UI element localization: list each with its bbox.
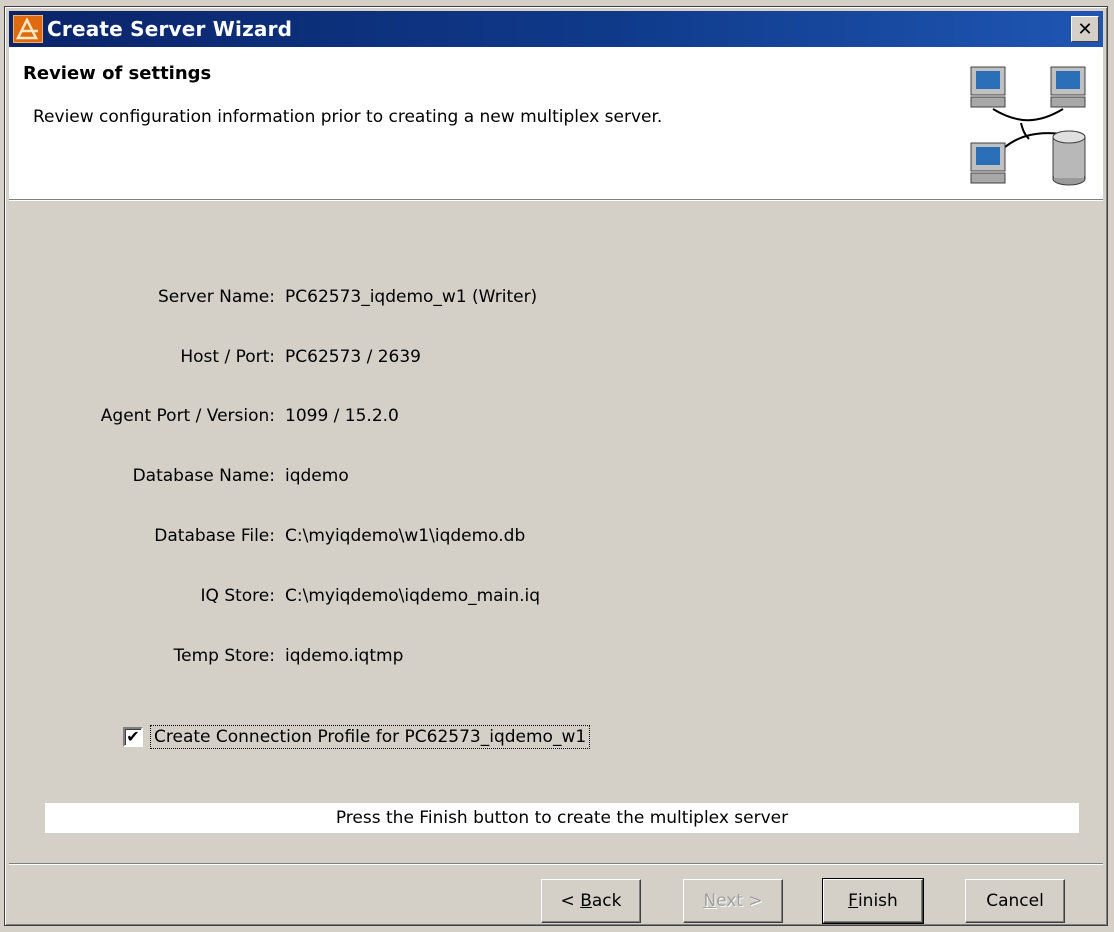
next-button-label: ext > xyxy=(716,891,763,911)
wizard-window: Create Server Wizard ✕ Review of setting… xyxy=(4,6,1108,926)
field-label: Host / Port: xyxy=(180,347,275,367)
window-title: Create Server Wizard xyxy=(47,17,293,41)
app-logo-icon xyxy=(13,15,43,43)
close-button[interactable]: ✕ xyxy=(1071,16,1099,42)
field-label: Database Name: xyxy=(132,466,275,486)
finish-button-mnemonic: F xyxy=(848,891,858,911)
field-value: 1099 / 15.2.0 xyxy=(285,406,399,426)
create-connection-profile-checkbox[interactable]: ✔ Create Connection Profile for PC62573_… xyxy=(123,725,591,749)
checkbox-label[interactable]: Create Connection Profile for PC62573_iq… xyxy=(149,725,591,749)
field-value: iqdemo xyxy=(285,466,349,486)
field-value: PC62573 / 2639 xyxy=(285,347,421,367)
field-value: iqdemo.iqtmp xyxy=(285,646,404,666)
cancel-button-label: Cancel xyxy=(986,891,1044,911)
finish-button-label: inish xyxy=(857,891,898,911)
field-label: Agent Port / Version: xyxy=(100,406,275,426)
field-temp-store: Temp Store: iqdemo.iqtmp xyxy=(9,646,909,676)
checkbox-box[interactable]: ✔ xyxy=(123,727,143,747)
next-button[interactable]: Next > xyxy=(683,879,783,923)
page-title: Review of settings xyxy=(23,63,212,84)
cancel-button[interactable]: Cancel xyxy=(965,879,1065,923)
field-value: C:\myiqdemo\w1\iqdemo.db xyxy=(285,526,526,546)
field-database-name: Database Name: iqdemo xyxy=(9,466,909,496)
field-server-name: Server Name: PC62573_iqdemo_w1 (Writer) xyxy=(9,287,909,317)
field-iq-store: IQ Store: C:\myiqdemo\iqdemo_main.iq xyxy=(9,586,909,616)
field-value: PC62573_iqdemo_w1 (Writer) xyxy=(285,287,538,307)
button-separator xyxy=(9,863,1103,865)
network-computers-database-icon xyxy=(970,66,1086,186)
finish-button[interactable]: Finish xyxy=(822,878,924,924)
field-label: Database File: xyxy=(154,526,275,546)
back-button-label: ack xyxy=(591,891,622,911)
back-button-mnemonic: B xyxy=(580,891,592,911)
next-button-mnemonic: N xyxy=(703,891,717,911)
checkmark-icon: ✔ xyxy=(126,727,140,746)
field-host-port: Host / Port: PC62573 / 2639 xyxy=(9,347,909,377)
back-button[interactable]: < Back xyxy=(541,879,641,923)
instruction-banner: Press the Finish button to create the mu… xyxy=(45,803,1079,833)
field-label: IQ Store: xyxy=(200,586,275,606)
wizard-header: Review of settings Review configuration … xyxy=(9,47,1103,200)
field-value: C:\myiqdemo\iqdemo_main.iq xyxy=(285,586,541,606)
page-description: Review configuration information prior t… xyxy=(33,107,663,127)
field-label: Server Name: xyxy=(157,287,275,307)
field-agent-port-version: Agent Port / Version: 1099 / 15.2.0 xyxy=(9,406,909,436)
back-button-prefix: < xyxy=(560,891,581,911)
field-label: Temp Store: xyxy=(173,646,275,666)
field-database-file: Database File: C:\myiqdemo\w1\iqdemo.db xyxy=(9,526,909,556)
close-icon: ✕ xyxy=(1077,18,1093,40)
title-bar[interactable]: Create Server Wizard ✕ xyxy=(9,11,1103,47)
settings-summary: Server Name: PC62573_iqdemo_w1 (Writer) … xyxy=(9,201,1103,851)
